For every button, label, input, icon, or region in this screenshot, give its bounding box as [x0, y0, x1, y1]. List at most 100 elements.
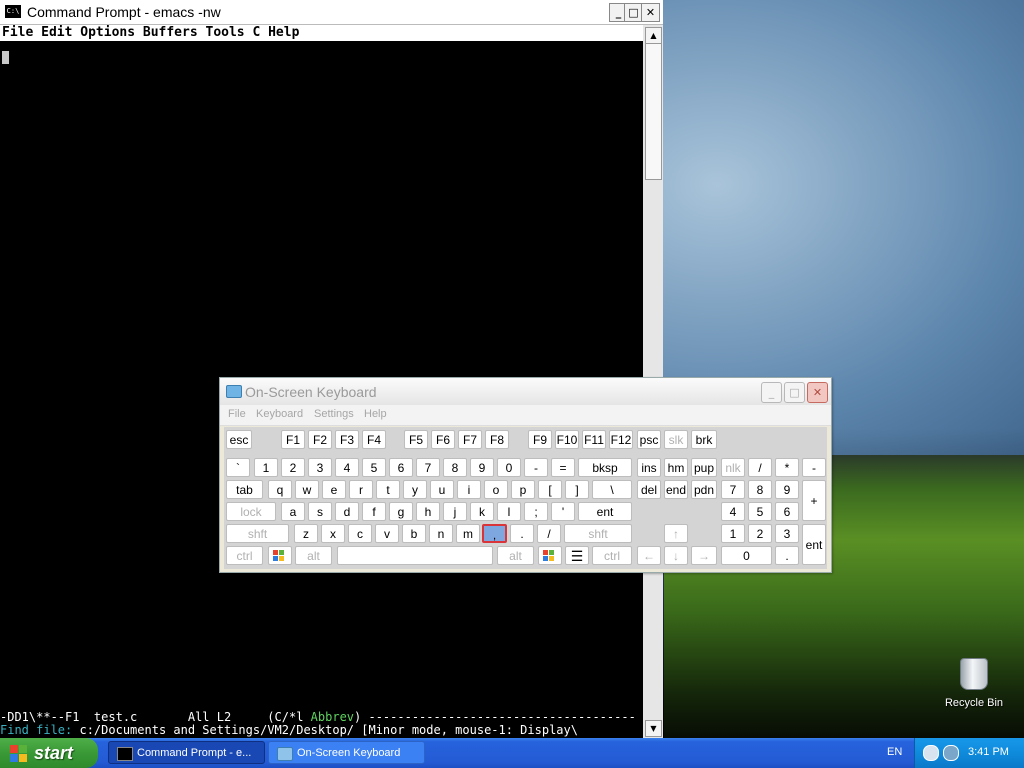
- key-o[interactable]: o: [484, 480, 508, 499]
- key-d[interactable]: d: [335, 502, 359, 521]
- key-psc[interactable]: psc: [637, 430, 661, 449]
- key-f11[interactable]: F11: [582, 430, 606, 449]
- key-6[interactable]: 6: [389, 458, 413, 477]
- key-r[interactable]: r: [349, 480, 373, 499]
- key-0[interactable]: 0: [497, 458, 521, 477]
- emacs-menu-bar[interactable]: File Edit Options Buffers Tools C Help: [0, 25, 645, 41]
- key-j[interactable]: j: [443, 502, 467, 521]
- key-num-2[interactable]: 2: [748, 524, 772, 543]
- key-end[interactable]: end: [664, 480, 688, 499]
- key-minus[interactable]: -: [524, 458, 548, 477]
- key-f8[interactable]: F8: [485, 430, 509, 449]
- key-f1[interactable]: F1: [281, 430, 305, 449]
- key-slash[interactable]: /: [537, 524, 561, 543]
- key-f12[interactable]: F12: [609, 430, 633, 449]
- key-del[interactable]: del: [637, 480, 661, 499]
- cmd-title-bar[interactable]: C:\ Command Prompt - emacs -nw _ □ ✕: [0, 0, 663, 25]
- key-brk[interactable]: brk: [691, 430, 717, 449]
- key-c[interactable]: c: [348, 524, 372, 543]
- key-backspace[interactable]: bksp: [578, 458, 632, 477]
- key-num-6[interactable]: 6: [775, 502, 799, 521]
- key-quote[interactable]: ': [551, 502, 575, 521]
- key-t[interactable]: t: [376, 480, 400, 499]
- taskbar-item-command-prompt[interactable]: Command Prompt - e...: [108, 741, 265, 764]
- key-w[interactable]: w: [295, 480, 319, 499]
- key-n[interactable]: n: [429, 524, 453, 543]
- key-8[interactable]: 8: [443, 458, 467, 477]
- key-comma[interactable]: ,: [482, 524, 507, 543]
- key-i[interactable]: i: [457, 480, 481, 499]
- key-slk[interactable]: slk: [664, 430, 688, 449]
- key-m[interactable]: m: [456, 524, 480, 543]
- key-l[interactable]: l: [497, 502, 521, 521]
- key-period[interactable]: .: [510, 524, 534, 543]
- key-x[interactable]: x: [321, 524, 345, 543]
- key-f5[interactable]: F5: [404, 430, 428, 449]
- key-equals[interactable]: =: [551, 458, 575, 477]
- key-f2[interactable]: F2: [308, 430, 332, 449]
- key-right-bracket[interactable]: ]: [565, 480, 589, 499]
- key-semicolon[interactable]: ;: [524, 502, 548, 521]
- taskbar-item-on-screen-keyboard[interactable]: On-Screen Keyboard: [268, 741, 425, 764]
- key-left-shift[interactable]: shft: [226, 524, 289, 543]
- key-right-shift[interactable]: shft: [564, 524, 632, 543]
- key-arrow-up[interactable]: ↑: [664, 524, 688, 543]
- recycle-bin-shortcut[interactable]: Recycle Bin: [940, 658, 1008, 709]
- osk-title-bar[interactable]: On-Screen Keyboard _ □ ✕: [220, 378, 831, 406]
- key-q[interactable]: q: [268, 480, 292, 499]
- start-button[interactable]: start: [0, 738, 98, 768]
- key-f10[interactable]: F10: [555, 430, 579, 449]
- key-num-multiply[interactable]: *: [775, 458, 799, 477]
- language-indicator[interactable]: EN: [887, 746, 902, 758]
- key-num-decimal[interactable]: .: [775, 546, 799, 565]
- key-f4[interactable]: F4: [362, 430, 386, 449]
- key-left-windows[interactable]: [268, 546, 292, 565]
- key-num-1[interactable]: 1: [721, 524, 745, 543]
- osk-maximize-button[interactable]: □: [784, 382, 805, 403]
- key-right-ctrl[interactable]: ctrl: [592, 546, 632, 565]
- emacs-minibuffer[interactable]: Find file: c:/Documents and Settings/VM2…: [0, 724, 643, 737]
- key-arrow-right[interactable]: →: [691, 546, 717, 565]
- key-capslock[interactable]: lock: [226, 502, 276, 521]
- key-u[interactable]: u: [430, 480, 454, 499]
- key-k[interactable]: k: [470, 502, 494, 521]
- key-h[interactable]: h: [416, 502, 440, 521]
- osk-menu-help[interactable]: Help: [364, 408, 387, 420]
- key-e[interactable]: e: [322, 480, 346, 499]
- key-num-enter[interactable]: ent: [802, 524, 826, 565]
- key-space[interactable]: [337, 546, 493, 565]
- key-right-alt[interactable]: alt: [497, 546, 534, 565]
- key-7[interactable]: 7: [416, 458, 440, 477]
- key-f9[interactable]: F9: [528, 430, 552, 449]
- key-num-8[interactable]: 8: [748, 480, 772, 499]
- key-num-divide[interactable]: /: [748, 458, 772, 477]
- key-application-menu-icon[interactable]: ☰: [565, 546, 589, 565]
- key-num-plus[interactable]: +: [802, 480, 826, 521]
- key-pageup[interactable]: pup: [691, 458, 717, 477]
- key-num-0[interactable]: 0: [721, 546, 772, 565]
- key-left-ctrl[interactable]: ctrl: [226, 546, 263, 565]
- key-backtick[interactable]: `: [226, 458, 250, 477]
- key-f[interactable]: f: [362, 502, 386, 521]
- key-esc[interactable]: esc: [226, 430, 252, 449]
- scroll-up-arrow-icon[interactable]: ▲: [645, 27, 662, 44]
- key-z[interactable]: z: [294, 524, 318, 543]
- key-v[interactable]: v: [375, 524, 399, 543]
- osk-menu-settings[interactable]: Settings: [314, 408, 354, 420]
- key-4[interactable]: 4: [335, 458, 359, 477]
- key-f3[interactable]: F3: [335, 430, 359, 449]
- key-num-9[interactable]: 9: [775, 480, 799, 499]
- key-y[interactable]: y: [403, 480, 427, 499]
- osk-menu-keyboard[interactable]: Keyboard: [256, 408, 303, 420]
- key-left-bracket[interactable]: [: [538, 480, 562, 499]
- key-5[interactable]: 5: [362, 458, 386, 477]
- key-num-minus[interactable]: -: [802, 458, 826, 477]
- key-num-7[interactable]: 7: [721, 480, 745, 499]
- scrollbar-thumb[interactable]: [645, 43, 662, 180]
- clock[interactable]: 3:41 PM: [968, 746, 1009, 758]
- osk-menu-file[interactable]: File: [228, 408, 246, 420]
- scroll-down-arrow-icon[interactable]: ▼: [645, 720, 662, 737]
- key-left-alt[interactable]: alt: [295, 546, 332, 565]
- key-b[interactable]: b: [402, 524, 426, 543]
- key-f7[interactable]: F7: [458, 430, 482, 449]
